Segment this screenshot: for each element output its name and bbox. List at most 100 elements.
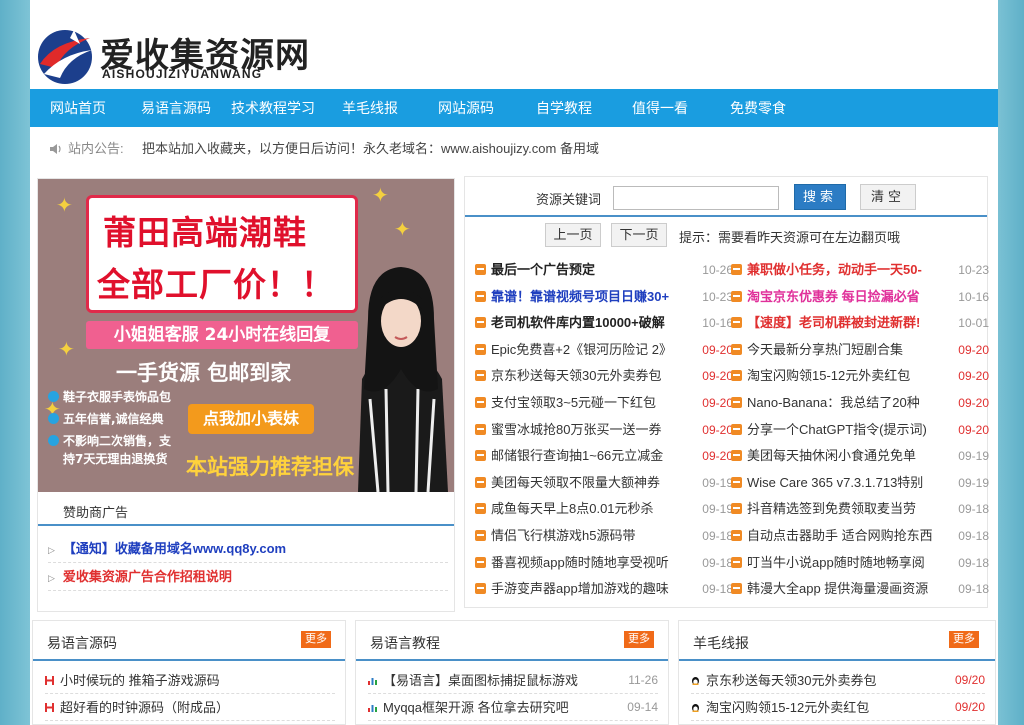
sponsor-link-ad-info[interactable]: ▷ 爱收集资源广告合作招租说明 bbox=[48, 563, 448, 591]
resource-date: 09-20 bbox=[958, 369, 989, 384]
notice-marquee: 把本站加入收藏夹，以方便日后访问！永久老域名：www.aishoujizy.co… bbox=[142, 141, 599, 156]
resource-item[interactable]: 抖音精选签到免费领取麦当劳 09-18 bbox=[731, 496, 989, 523]
resource-item[interactable]: 情侣飞行棋游戏h5源码带 09-18 bbox=[475, 523, 733, 550]
card-e-source: 易语言源码 更多 小时候玩的 推箱子游戏源码 超好看的时钟源码（附成品） bbox=[32, 620, 346, 725]
card-title: 易语言教程 bbox=[370, 635, 440, 651]
resource-item[interactable]: 今天最新分享热门短剧合集 09-20 bbox=[731, 337, 989, 364]
new-badge-icon bbox=[475, 423, 486, 435]
resource-title: 美团每天领取不限量大额神券 bbox=[491, 474, 661, 490]
resource-item[interactable]: 美团每天抽休闲小食通兑免单 09-19 bbox=[731, 443, 989, 470]
nav-item-self-study[interactable]: 自学教程 bbox=[524, 89, 604, 127]
resource-item[interactable]: 支付宝领取3~5元碰一下红包 09-20 bbox=[475, 390, 733, 417]
resource-item[interactable]: 美团每天领取不限量大额神券 09-19 bbox=[475, 470, 733, 497]
resource-item[interactable]: Nano-Banana：我总结了20种 09-20 bbox=[731, 390, 989, 417]
resource-item[interactable]: 邮储银行查询抽1~66元立减金 09-20 bbox=[475, 443, 733, 470]
new-badge-icon bbox=[731, 583, 742, 595]
resource-title: 【速度】老司机群被封进新群! bbox=[747, 315, 921, 331]
resource-title: 支付宝领取3~5元碰一下红包 bbox=[491, 394, 657, 410]
nav-item-e-source[interactable]: 易语言源码 bbox=[130, 89, 222, 127]
new-badge-icon bbox=[731, 450, 742, 462]
resource-item[interactable]: 老司机软件库内置10000+破解 10-16 bbox=[475, 310, 733, 337]
nav-item-tutorial[interactable]: 技术教程学习 bbox=[226, 89, 320, 127]
nav-item-home[interactable]: 网站首页 bbox=[36, 89, 120, 127]
resource-item[interactable]: 最后一个广告预定 10-26 bbox=[475, 257, 733, 284]
new-badge-icon bbox=[731, 264, 742, 275]
new-badge-icon bbox=[475, 317, 486, 329]
ad-add-contact-button[interactable]: 点我加小表妹 bbox=[188, 404, 314, 434]
resource-title: 今天最新分享热门短剧合集 bbox=[747, 341, 904, 357]
resource-item[interactable]: 【速度】老司机群被封进新群! 10-01 bbox=[731, 310, 989, 337]
resource-date: 10-16 bbox=[958, 289, 989, 304]
prev-page-button[interactable]: 上一页 bbox=[545, 223, 601, 247]
resource-item[interactable]: 分享一个ChatGPT指令(提示词) 09-20 bbox=[731, 417, 989, 444]
clear-button[interactable]: 清空 bbox=[860, 184, 916, 210]
site-logo[interactable]: 爱收集资源网 AISHOUJIZIYUANWANG bbox=[34, 24, 314, 86]
resource-item[interactable]: 淘宝闪购领15-12元外卖红包 09-20 bbox=[731, 363, 989, 390]
resource-date: 10-26 bbox=[702, 263, 733, 277]
resource-item[interactable]: 靠谱！靠谱视频号项目日赚30+ 10-23 bbox=[475, 284, 733, 311]
resource-title: 韩漫大全app 提供海量漫画资源 bbox=[747, 581, 929, 597]
resource-title: 靠谱！靠谱视频号项目日赚30+ bbox=[491, 288, 670, 304]
ad-subtitle: 一手货源 包邮到家 bbox=[116, 361, 292, 385]
resource-date: 09-20 bbox=[702, 422, 733, 437]
resource-item[interactable]: 手游变声器app增加游戏的趣味 09-18 bbox=[475, 576, 733, 603]
list-item[interactable]: 小时候玩的 推箱子游戏源码 bbox=[45, 667, 335, 694]
nav-item-free-snacks[interactable]: 免费零食 bbox=[718, 89, 798, 127]
keyword-search-input[interactable] bbox=[613, 186, 779, 210]
resource-title: 老司机软件库内置10000+破解 bbox=[491, 315, 665, 331]
sponsor-link-notice[interactable]: ▷ 【通知】收藏备用域名www.qq8y.com bbox=[48, 535, 448, 563]
card-header: 羊毛线报 更多 bbox=[679, 621, 995, 661]
resource-panel: 资源关键词 搜索 清空 上一页 下一页 提示：需要看昨天资源可在左边翻页哦 最后… bbox=[464, 176, 989, 608]
resource-date: 09-20 bbox=[958, 342, 989, 357]
more-button[interactable]: 更多 bbox=[301, 631, 331, 648]
card-header: 易语言教程 更多 bbox=[356, 621, 668, 661]
resource-item[interactable]: 韩漫大全app 提供海量漫画资源 09-18 bbox=[731, 576, 989, 603]
resource-item[interactable]: Wise Care 365 v7.3.1.713特别 09-19 bbox=[731, 470, 989, 497]
bar-chart-icon bbox=[368, 678, 377, 685]
next-page-button[interactable]: 下一页 bbox=[611, 223, 667, 247]
more-button[interactable]: 更多 bbox=[624, 631, 654, 648]
list-bullet-icon bbox=[45, 703, 54, 712]
list-item[interactable]: 淘宝闪购领15-12元外卖红包 09/20 bbox=[691, 694, 985, 721]
ad-banner[interactable]: ✦ ✦ ✦ ✦ ✦ ✦ 莆田高端潮鞋 全部工厂价！！ 小姐姐客服 24小时在线回… bbox=[38, 179, 454, 492]
new-badge-icon bbox=[731, 317, 742, 329]
resource-item[interactable]: 番喜视频app随时随地享受视听 09-18 bbox=[475, 550, 733, 577]
nav-item-worth-seeing[interactable]: 值得一看 bbox=[620, 89, 700, 127]
ad-feature: 不影响二次销售，支 bbox=[48, 432, 171, 449]
resource-title: 京东秒送每天领30元外卖券包 bbox=[491, 368, 662, 384]
list-item[interactable]: 【易语言】桌面图标捕捉鼠标游戏 11-26 bbox=[368, 667, 658, 694]
resource-item[interactable]: 京东秒送每天领30元外卖券包 09-20 bbox=[475, 363, 733, 390]
new-badge-icon bbox=[475, 290, 486, 302]
nav-item-web-source[interactable]: 网站源码 bbox=[426, 89, 506, 127]
resource-date: 09-20 bbox=[702, 395, 733, 410]
speaker-icon bbox=[50, 144, 61, 154]
list-bullet-icon bbox=[45, 676, 54, 685]
resource-date: 09-18 bbox=[702, 555, 733, 570]
logo-subtitle: AISHOUJIZIYUANWANG bbox=[102, 67, 263, 81]
search-button[interactable]: 搜索 bbox=[794, 184, 846, 210]
resource-item[interactable]: 蜜雪冰城抢80万张买一送一券 09-20 bbox=[475, 417, 733, 444]
resource-item[interactable]: 淘宝京东优惠券 每日捡漏必省 10-16 bbox=[731, 284, 989, 311]
resource-item[interactable]: 兼职做小任务，动动手一天50- 10-23 bbox=[731, 257, 989, 284]
resource-title: 番喜视频app随时随地享受视听 bbox=[491, 554, 669, 570]
resource-item[interactable]: 咸鱼每天早上8点0.01元秒杀 09-19 bbox=[475, 496, 733, 523]
resource-title: 抖音精选签到免费领取麦当劳 bbox=[747, 501, 917, 517]
list-item[interactable]: 超好看的时钟源码（附成品） bbox=[45, 694, 335, 721]
notice-label: 站内公告: bbox=[68, 141, 124, 156]
list-item[interactable]: Myqqa框架开源 各位拿去研究吧 09-14 bbox=[368, 694, 658, 721]
resource-item[interactable]: 叮当牛小说app随时随地畅享阅 09-18 bbox=[731, 550, 989, 577]
resource-date: 10-23 bbox=[702, 289, 733, 304]
resource-item[interactable]: 自动点击器助手 适合网购抢东西 09-18 bbox=[731, 523, 989, 550]
new-badge-icon bbox=[475, 370, 486, 382]
list-item[interactable]: 京东秒送每天领30元外卖券包 09/20 bbox=[691, 667, 985, 694]
resource-title: 美团每天抽休闲小食通兑免单 bbox=[747, 448, 917, 464]
new-badge-icon bbox=[731, 290, 742, 302]
resource-item[interactable]: Epic免费喜+2《银河历险记 2》 09-20 bbox=[475, 337, 733, 364]
resource-date: 09-19 bbox=[702, 475, 733, 490]
new-badge-icon bbox=[731, 343, 742, 355]
more-button[interactable]: 更多 bbox=[949, 631, 979, 648]
search-bar: 资源关键词 搜索 清空 bbox=[465, 177, 987, 217]
resource-date: 10-23 bbox=[958, 263, 989, 277]
nav-item-deals[interactable]: 羊毛线报 bbox=[330, 89, 410, 127]
star-icon: ✦ bbox=[394, 219, 411, 241]
